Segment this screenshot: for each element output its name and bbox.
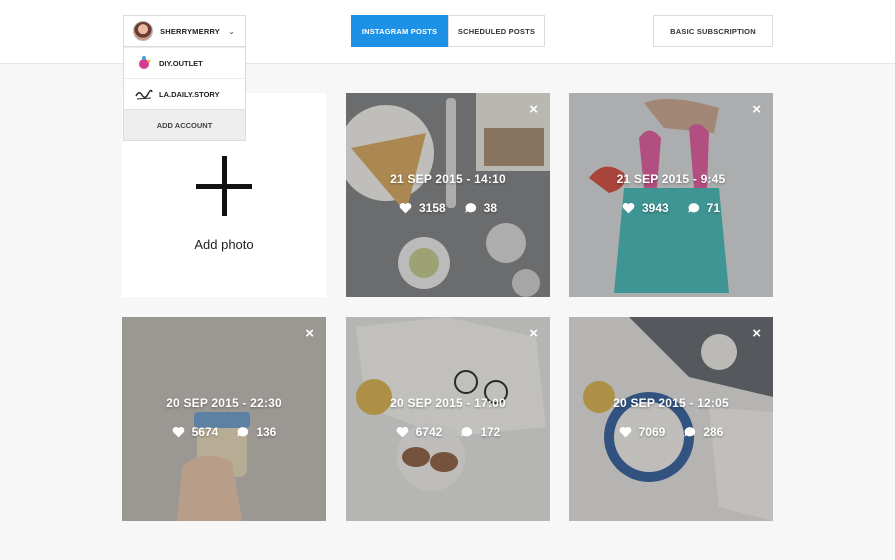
add-account-button[interactable]: ADD ACCOUNT <box>124 109 245 140</box>
post-stats: 3943 71 <box>569 201 773 215</box>
post-tile[interactable]: × 21 SEP 2015 - 14:10 3158 38 <box>346 93 550 297</box>
account-item-label: DIY.OUTLET <box>159 58 203 68</box>
post-date: 21 SEP 2015 - 9:45 <box>616 172 726 186</box>
comment-icon <box>461 427 473 437</box>
likes-count: 7069 <box>638 425 666 439</box>
post-date: 20 SEP 2015 - 17:00 <box>390 396 506 410</box>
comments-count: 38 <box>483 201 498 215</box>
comment-icon <box>687 203 699 213</box>
likes-stat: 3158 <box>399 201 446 215</box>
close-icon[interactable]: × <box>529 325 538 342</box>
tab-instagram-posts[interactable]: INSTAGRAM POSTS <box>351 15 448 47</box>
post-tile[interactable]: × 20 SEP 2015 - 22:30 5674 136 <box>122 317 326 521</box>
likes-stat: 3943 <box>622 201 669 215</box>
diy-outlet-logo-icon <box>135 54 153 72</box>
heart-icon <box>619 426 631 438</box>
comments-count: 136 <box>256 425 277 439</box>
likes-count: 3943 <box>641 201 669 215</box>
comments-stat: 286 <box>683 425 723 439</box>
comments-count: 286 <box>703 425 724 439</box>
post-stats: 7069 286 <box>569 425 773 439</box>
post-date: 21 SEP 2015 - 14:10 <box>390 172 506 186</box>
avatar <box>133 21 153 41</box>
post-date: 20 SEP 2015 - 22:30 <box>166 396 282 410</box>
comments-stat: 71 <box>687 201 720 215</box>
comments-stat: 136 <box>236 425 276 439</box>
close-icon[interactable]: × <box>752 101 761 118</box>
heart-icon <box>622 202 635 214</box>
likes-count: 3158 <box>418 201 446 215</box>
heart-icon <box>172 426 184 438</box>
post-stats: 6742 172 <box>346 425 550 439</box>
heart-icon <box>396 426 408 438</box>
likes-count: 5674 <box>191 425 219 439</box>
comments-count: 71 <box>706 201 721 215</box>
post-tile[interactable]: × 21 SEP 2015 - 9:45 3943 71 <box>569 93 773 297</box>
la-daily-story-logo-icon <box>135 85 153 103</box>
post-tile[interactable]: × 20 SEP 2015 - 12:05 7069 286 <box>569 317 773 521</box>
close-icon[interactable]: × <box>529 101 538 118</box>
likes-stat: 7069 <box>619 425 666 439</box>
account-item-label: LA.DAILY.STORY <box>159 89 220 99</box>
close-icon[interactable]: × <box>752 325 761 342</box>
subscription-button[interactable]: BASIC SUBSCRIPTION <box>653 15 773 47</box>
post-stats: 5674 136 <box>122 425 326 439</box>
post-tile[interactable]: × 20 SEP 2015 - 17:00 6742 172 <box>346 317 550 521</box>
likes-stat: 5674 <box>172 425 219 439</box>
heart-icon <box>399 202 412 214</box>
post-stats: 3158 38 <box>346 201 550 215</box>
comment-icon <box>237 427 249 437</box>
comments-count: 172 <box>480 425 501 439</box>
comments-stat: 172 <box>460 425 500 439</box>
likes-count: 6742 <box>415 425 443 439</box>
account-item-la-daily-story[interactable]: LA.DAILY.STORY <box>124 78 245 109</box>
add-photo-label: Add photo <box>194 237 254 252</box>
close-icon[interactable]: × <box>305 325 314 342</box>
account-dropdown: DIY.OUTLET LA.DAILY.STORY ADD ACCOUNT <box>123 47 246 141</box>
account-item-diy-outlet[interactable]: DIY.OUTLET <box>124 47 245 78</box>
likes-stat: 6742 <box>396 425 443 439</box>
chevron-down-icon: ⌄ <box>228 26 235 36</box>
comment-icon <box>464 203 476 213</box>
account-switcher[interactable]: SHERRYMERRY ⌄ <box>123 15 246 47</box>
account-name: SHERRYMERRY <box>160 26 220 36</box>
comments-stat: 38 <box>464 201 497 215</box>
post-date: 20 SEP 2015 - 12:05 <box>613 396 729 410</box>
comment-icon <box>684 427 696 437</box>
tab-scheduled-posts[interactable]: SCHEDULED POSTS <box>448 15 545 47</box>
